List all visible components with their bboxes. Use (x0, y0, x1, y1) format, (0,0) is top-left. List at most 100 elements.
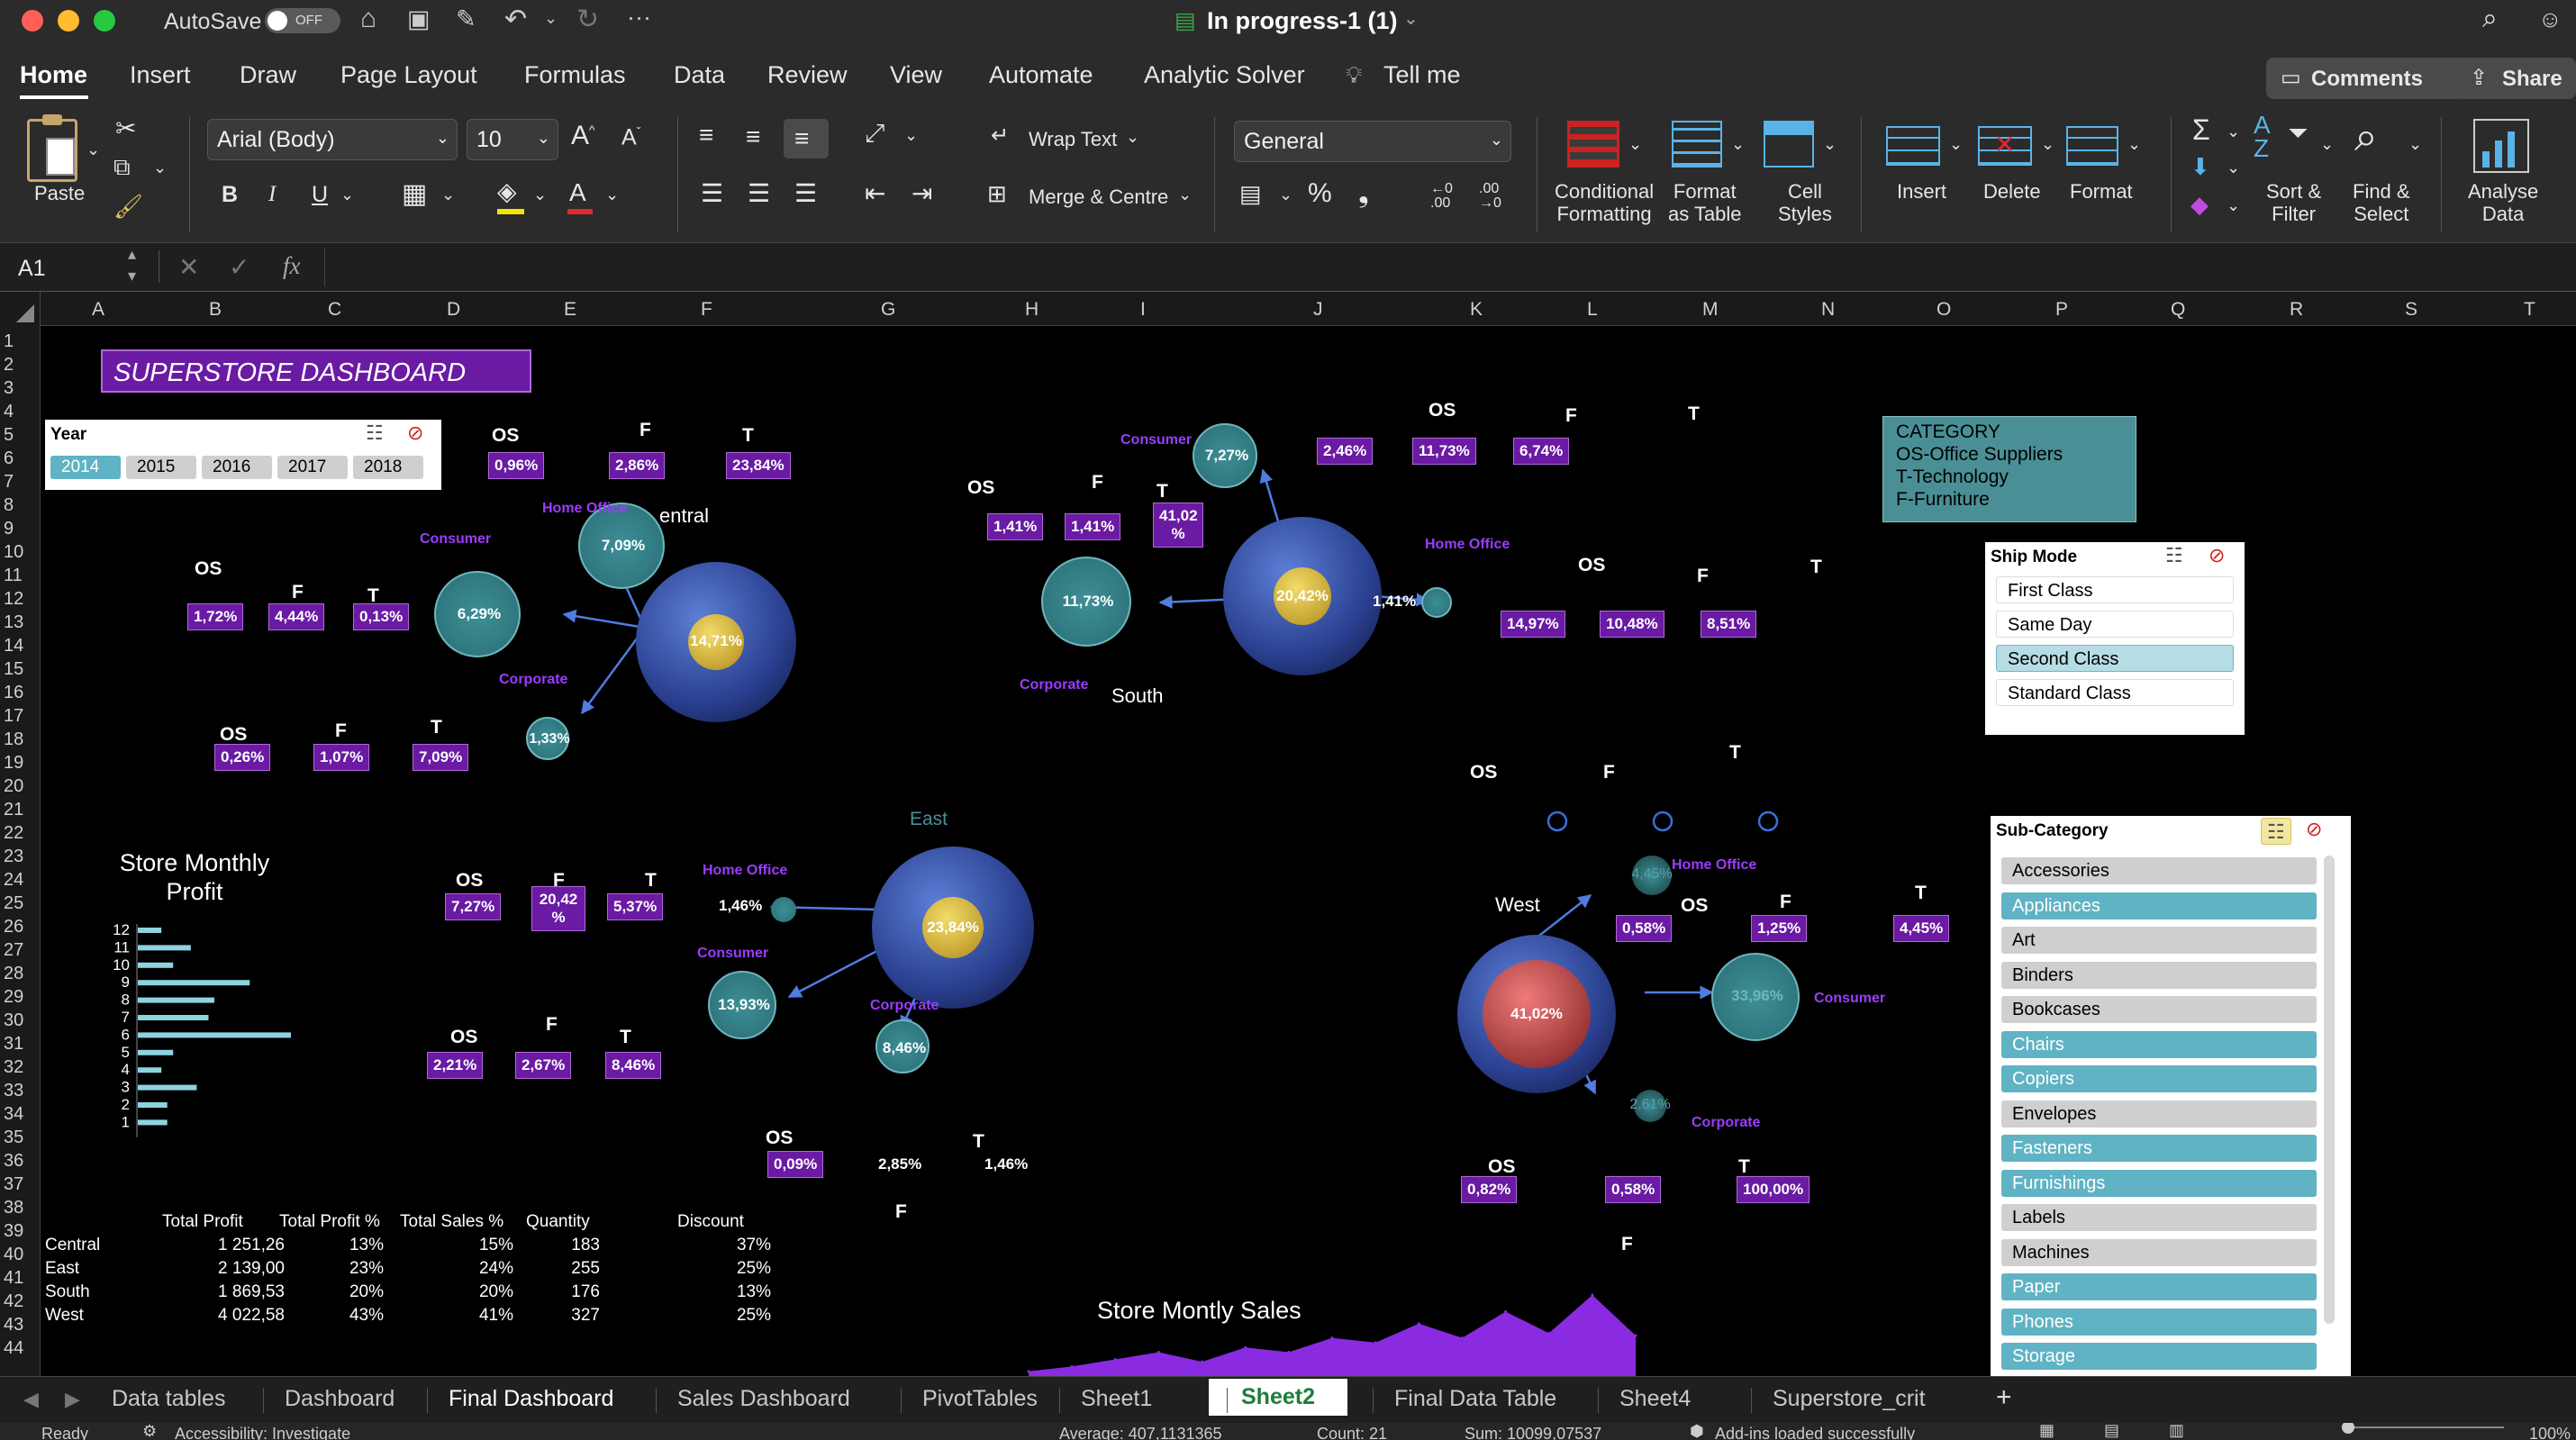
orientation-icon[interactable]: ⤢ (865, 119, 884, 149)
more-icon[interactable]: ··· (627, 4, 651, 32)
tab-data[interactable]: Data (674, 61, 725, 89)
sort-dropdown-icon[interactable]: ⌄ (2320, 135, 2334, 154)
merge-centre-button[interactable]: Merge & Centre (1029, 186, 1168, 209)
row-header[interactable]: 34 (4, 1104, 23, 1125)
align-bottom-button[interactable]: ≡ (784, 119, 829, 158)
tab-formulas[interactable]: Formulas (524, 61, 626, 89)
cancel-icon[interactable]: ✕ (178, 252, 199, 282)
sub-category-item[interactable]: Envelopes (2001, 1100, 2317, 1128)
search-icon[interactable]: ⌕ (2482, 4, 2498, 34)
paste-label[interactable]: Paste (34, 182, 85, 204)
conditional-formatting-button[interactable]: Conditional Formatting (1555, 180, 1654, 225)
tab-analytic-solver[interactable]: Analytic Solver (1144, 61, 1305, 89)
row-header[interactable]: 9 (4, 519, 14, 539)
minimize-window-button[interactable] (58, 10, 79, 32)
name-box-stepper[interactable]: ▴ ▾ (128, 243, 136, 286)
row-header[interactable]: 42 (4, 1291, 23, 1312)
comma-style-icon[interactable]: ❟ (1358, 178, 1369, 209)
accessibility-status[interactable]: Accessibility: Investigate (175, 1425, 350, 1440)
scroll-tabs-right-icon[interactable]: ▶ (65, 1388, 80, 1411)
row-header[interactable]: 6 (4, 448, 14, 469)
region-bubble-east[interactable]: 23,84% (872, 847, 1034, 1009)
sheet-tab[interactable]: Sheet4 (1619, 1386, 1691, 1412)
clear-filter-icon[interactable]: ⊘ (2306, 818, 2322, 841)
row-header[interactable]: 10 (4, 542, 23, 563)
sub-category-item[interactable]: Labels (2001, 1204, 2317, 1231)
row-header[interactable]: 17 (4, 706, 23, 727)
row-header[interactable]: 41 (4, 1268, 23, 1289)
sheet-tab[interactable]: Sheet1 (1081, 1386, 1152, 1412)
tab-insert[interactable]: Insert (130, 61, 191, 89)
sheet-tab[interactable]: Superstore_crit (1773, 1386, 1926, 1412)
sub-category-item[interactable]: Fasteners (2001, 1135, 2317, 1162)
row-header[interactable]: 36 (4, 1151, 23, 1172)
accessibility-icon[interactable]: ⚙ (142, 1423, 157, 1440)
segment-bubble-corporate[interactable]: 8,46% (875, 1019, 930, 1073)
row-header[interactable]: 37 (4, 1174, 23, 1195)
clear-filter-icon[interactable]: ⊘ (2209, 544, 2225, 567)
ship-mode-item[interactable]: First Class (1996, 576, 2234, 603)
wrap-text-button[interactable]: Wrap Text (1029, 128, 1117, 151)
sheet-tab[interactable]: Dashboard (285, 1386, 395, 1412)
align-center-icon[interactable]: ☰ (748, 178, 770, 208)
fill-dropdown-icon[interactable]: ⌄ (533, 186, 547, 204)
decrease-indent-icon[interactable]: ⇤ (865, 178, 885, 208)
tab-automate[interactable]: Automate (989, 61, 1093, 89)
column-header[interactable]: E (564, 299, 576, 321)
row-header[interactable]: 2 (4, 355, 14, 376)
number-format-select[interactable]: General ⌄ (1234, 121, 1511, 162)
page-break-view-icon[interactable]: ▥ (2169, 1423, 2184, 1440)
segment-bubble-home-office[interactable]: 4,45% (1631, 856, 1673, 895)
segment-bubble-home-office[interactable] (1421, 587, 1452, 618)
column-header[interactable]: K (1470, 299, 1483, 321)
sheet-tab[interactable]: PivotTables (922, 1386, 1038, 1412)
bold-button[interactable]: B (222, 182, 238, 208)
align-right-icon[interactable]: ☰ (794, 178, 817, 208)
monthly-profit-chart[interactable]: 121110987654321 (59, 924, 294, 1140)
font-size-select[interactable]: 10 ⌄ (467, 119, 558, 160)
find-select-icon[interactable]: ⌕ (2354, 112, 2378, 162)
row-header[interactable]: 35 (4, 1128, 23, 1148)
zoom-slider[interactable] (2342, 1423, 2504, 1434)
worksheet-canvas[interactable]: SUPERSTORE DASHBOARD Year ☷ ⊘ 2014 2015 … (41, 326, 2576, 1376)
save-as-icon[interactable]: ✎ (456, 5, 476, 33)
orientation-dropdown-icon[interactable]: ⌄ (904, 126, 918, 145)
column-header[interactable]: R (2290, 299, 2303, 321)
find-dropdown-icon[interactable]: ⌄ (2408, 135, 2422, 154)
formula-input[interactable] (324, 249, 2558, 286)
redo-icon[interactable]: ↻ (576, 4, 599, 35)
sheet-tab[interactable]: Final Data Table (1394, 1386, 1556, 1412)
scroll-tabs-left-icon[interactable]: ◀ (23, 1388, 39, 1411)
enter-icon[interactable]: ✓ (229, 252, 249, 282)
row-header[interactable]: 8 (4, 495, 14, 516)
column-header[interactable]: F (701, 299, 712, 321)
multi-select-icon[interactable]: ☷ (2165, 544, 2183, 567)
sub-category-item[interactable]: Phones (2001, 1308, 2317, 1336)
column-header[interactable]: S (2405, 299, 2417, 321)
column-header[interactable]: N (1821, 299, 1835, 321)
cf-dropdown-icon[interactable]: ⌄ (1628, 135, 1642, 154)
insert-cells-button[interactable]: Insert (1897, 180, 1946, 203)
wrap-text-icon[interactable]: ↵ (991, 122, 1009, 149)
column-header[interactable]: H (1025, 299, 1039, 321)
row-header[interactable]: 26 (4, 917, 23, 937)
zoom-window-button[interactable] (94, 10, 115, 32)
segment-bubble-consumer[interactable]: 33,96% (1711, 953, 1800, 1041)
sub-category-item[interactable]: Bookcases (2001, 996, 2317, 1023)
row-header[interactable]: 28 (4, 964, 23, 984)
find-select-button[interactable]: Find & Select (2353, 180, 2410, 225)
add-sheet-icon[interactable]: + (1996, 1382, 2012, 1413)
row-header[interactable]: 22 (4, 823, 23, 844)
row-header[interactable]: 44 (4, 1338, 23, 1359)
row-header[interactable]: 13 (4, 612, 23, 633)
tab-view[interactable]: View (890, 61, 942, 89)
region-bubble-central[interactable]: 14,71% (636, 562, 796, 722)
row-header[interactable]: 11 (4, 566, 23, 586)
sheet-tab[interactable]: Data tables (112, 1386, 225, 1412)
sub-category-item[interactable]: Art (2001, 927, 2317, 954)
column-header[interactable]: C (328, 299, 341, 321)
delete-cells-icon[interactable]: ✕ (1978, 126, 2032, 166)
delete-dropdown-icon[interactable]: ⌄ (2041, 135, 2054, 154)
row-header[interactable]: 43 (4, 1315, 23, 1336)
clear-dropdown-icon[interactable]: ⌄ (2227, 196, 2240, 215)
